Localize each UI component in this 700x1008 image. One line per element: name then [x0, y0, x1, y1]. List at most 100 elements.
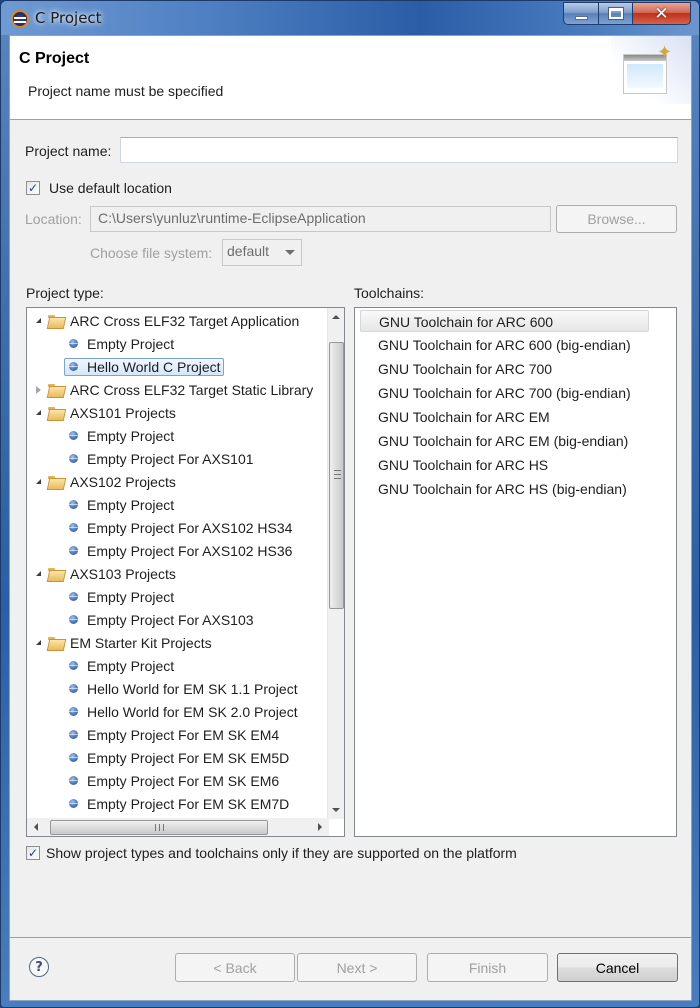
- tree-folder-row[interactable]: ARC Cross ELF32 Target Application: [36, 309, 299, 332]
- project-bullet-icon: [69, 661, 78, 670]
- tree-item-row[interactable]: Empty Project For AXS102 HS36: [69, 539, 292, 562]
- title-bar[interactable]: C Project ✕: [1, 1, 699, 35]
- toolchains-list[interactable]: GNU Toolchain for ARC 600 GNU Toolchain f…: [354, 307, 677, 837]
- file-system-label: Choose file system:: [90, 245, 213, 261]
- toolchains-label: Toolchains:: [354, 285, 425, 301]
- tree-item-row[interactable]: Empty Project For AXS102 HS34: [69, 516, 292, 539]
- wizard-banner: ✦: [611, 36, 691, 104]
- window-title: C Project: [35, 9, 102, 27]
- tree-item-row[interactable]: Empty Project: [69, 585, 174, 608]
- tree-item-label: Empty Project: [87, 657, 175, 674]
- folder-open-icon: [48, 636, 64, 649]
- tree-item-row[interactable]: Hello World C Project: [64, 355, 224, 378]
- window-controls: ✕: [563, 2, 691, 25]
- toolchain-item[interactable]: GNU Toolchain for ARC EM: [360, 406, 649, 428]
- project-bullet-icon: [69, 730, 78, 739]
- toolchain-item[interactable]: GNU Toolchain for ARC 700: [360, 358, 649, 380]
- project-type-tree[interactable]: ARC Cross ELF32 Target Application Empty …: [26, 307, 345, 837]
- collapsed-arrow-icon[interactable]: [36, 385, 41, 394]
- vertical-scrollbar[interactable]: [327, 308, 344, 819]
- tree-item-row[interactable]: Empty Project For AXS101: [69, 447, 254, 470]
- tree-item-label: Hello World for EM SK 2.0 Project: [87, 703, 298, 720]
- checkmark-icon: ✓: [27, 181, 39, 195]
- toolchain-item[interactable]: GNU Toolchain for ARC EM (big-endian): [360, 430, 649, 452]
- location-input[interactable]: C:\Users\yunluz\runtime-EclipseApplicati…: [90, 206, 551, 232]
- cancel-button[interactable]: Cancel: [557, 953, 678, 982]
- project-bullet-icon: [69, 615, 78, 624]
- expanded-arrow-icon[interactable]: [36, 479, 41, 484]
- folder-open-icon: [48, 406, 64, 419]
- grip-icon: [334, 470, 341, 479]
- tree-folder-row[interactable]: EM Starter Kit Projects: [36, 631, 212, 654]
- browse-button[interactable]: Browse...: [556, 205, 677, 233]
- close-button[interactable]: ✕: [633, 2, 691, 25]
- checkmark-icon: ✓: [27, 846, 39, 860]
- project-type-label: Project type:: [26, 285, 104, 301]
- toolchain-item[interactable]: GNU Toolchain for ARC 600 (big-endian): [360, 334, 649, 356]
- toolchain-item[interactable]: GNU Toolchain for ARC 600: [360, 310, 649, 332]
- show-supported-checkbox[interactable]: ✓: [26, 846, 40, 860]
- next-button[interactable]: Next >: [297, 953, 417, 982]
- project-bullet-icon: [69, 431, 78, 440]
- close-icon: ✕: [654, 3, 669, 24]
- tree-item-row[interactable]: Empty Project For EM SK EM4: [69, 723, 279, 746]
- tree-item-label: Empty Project For AXS101: [87, 450, 254, 467]
- horizontal-scrollbar[interactable]: [27, 818, 329, 836]
- tree-item-row[interactable]: Empty Project For EM SK EM7D: [69, 792, 289, 815]
- tree-folder-row[interactable]: AXS103 Projects: [36, 562, 176, 585]
- tree-item-label: Empty Project: [87, 496, 175, 513]
- tree-folder-row[interactable]: AXS101 Projects: [36, 401, 176, 424]
- tree-item-row[interactable]: Hello World for EM SK 2.0 Project: [69, 700, 298, 723]
- show-supported-label[interactable]: Show project types and toolchains only i…: [46, 845, 517, 861]
- tree-item-label: Empty Project For EM SK EM6: [87, 772, 280, 789]
- toolchain-item[interactable]: GNU Toolchain for ARC HS: [360, 454, 649, 476]
- tree-folder-row[interactable]: AXS102 Projects: [36, 470, 176, 493]
- toolchain-item[interactable]: GNU Toolchain for ARC HS (big-endian): [360, 478, 649, 500]
- finish-button[interactable]: Finish: [427, 953, 548, 982]
- expanded-arrow-icon[interactable]: [36, 410, 41, 415]
- folder-open-icon: [48, 314, 64, 327]
- minimize-icon: [574, 15, 588, 20]
- tree-item-row[interactable]: Empty Project For EM SK EM6: [69, 769, 279, 792]
- tree-item-row[interactable]: Empty Project For EM SK EM5D: [69, 746, 289, 769]
- minimize-button[interactable]: [563, 2, 599, 25]
- tree-item-row[interactable]: Empty Project: [69, 493, 174, 516]
- dialog-window: C Project ✕ C Project Project name must …: [0, 0, 700, 1008]
- expanded-arrow-icon[interactable]: [36, 640, 41, 645]
- tree-item-label: Hello World C Project: [64, 357, 224, 376]
- scroll-down-icon[interactable]: [332, 808, 340, 812]
- tree-item-row[interactable]: Empty Project: [69, 332, 174, 355]
- project-name-input[interactable]: [120, 137, 678, 163]
- project-bullet-icon: [69, 362, 78, 371]
- toolchain-item[interactable]: GNU Toolchain for ARC 700 (big-endian): [360, 382, 649, 404]
- tree-item-label: AXS103 Projects: [70, 565, 176, 582]
- sparkle-icon: ✦: [657, 42, 673, 63]
- vertical-scroll-thumb[interactable]: [329, 342, 344, 609]
- help-icon[interactable]: ?: [29, 957, 49, 977]
- error-message: Project name must be specified: [28, 83, 224, 99]
- scroll-up-icon[interactable]: [332, 315, 340, 319]
- project-bullet-icon: [69, 592, 78, 601]
- back-button[interactable]: < Back: [175, 953, 295, 982]
- tree-item-label: Empty Project For EM SK EM7D: [87, 795, 290, 812]
- tree-item-row[interactable]: Empty Project: [69, 654, 174, 677]
- file-system-select[interactable]: default: [222, 239, 302, 266]
- maximize-button[interactable]: [599, 2, 633, 25]
- expanded-arrow-icon[interactable]: [36, 318, 41, 323]
- use-default-location-label[interactable]: Use default location: [49, 180, 172, 196]
- expanded-arrow-icon[interactable]: [36, 571, 41, 576]
- scroll-left-icon[interactable]: [34, 823, 38, 831]
- scroll-right-icon[interactable]: [318, 823, 322, 831]
- tree-item-label: AXS101 Projects: [70, 404, 176, 421]
- tree-item-row[interactable]: Empty Project For AXS103: [69, 608, 254, 631]
- tree-folder-row[interactable]: ARC Cross ELF32 Target Static Library: [36, 378, 313, 401]
- project-bullet-icon: [69, 339, 78, 348]
- dialog-body: C Project Project name must be specified…: [9, 35, 692, 1001]
- tree-item-row[interactable]: Empty Project: [69, 424, 174, 447]
- tree-item-label: Empty Project For AXS102 HS36: [87, 542, 293, 559]
- grip-icon: [155, 824, 164, 831]
- horizontal-scroll-thumb[interactable]: [50, 820, 268, 835]
- tree-item-row[interactable]: Hello World for EM SK 1.1 Project: [69, 677, 298, 700]
- use-default-location-checkbox[interactable]: ✓: [26, 181, 40, 195]
- tree-item-label: Empty Project For EM SK EM5D: [87, 749, 290, 766]
